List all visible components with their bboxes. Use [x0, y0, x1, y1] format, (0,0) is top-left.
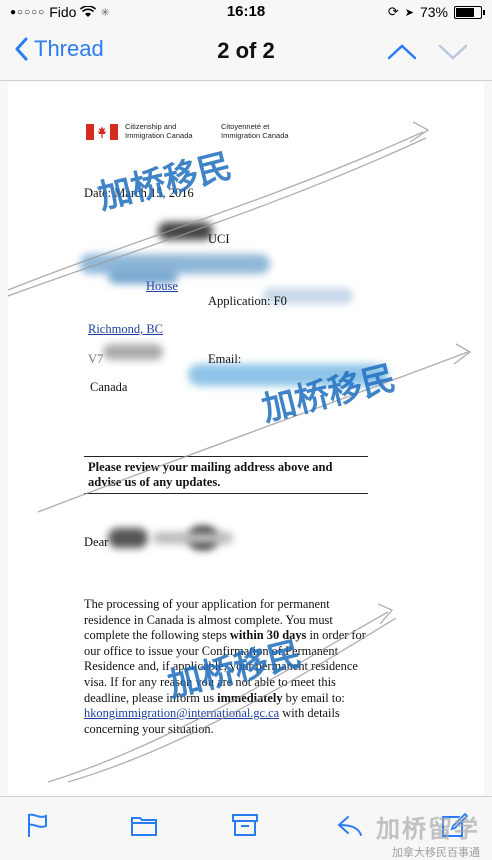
next-message-button[interactable] — [436, 38, 470, 66]
navigation-bar: Thread 2 of 2 — [0, 24, 492, 81]
application-number: Application: F0 — [208, 294, 287, 308]
location-icon: ➤ — [404, 6, 414, 19]
compose-button[interactable] — [440, 811, 469, 839]
watermark-stamp: 加桥移民 — [94, 146, 236, 218]
email-label: Email: — [208, 352, 242, 366]
attachment-document[interactable]: Citizenship and Immigration Canada Citoy… — [8, 82, 484, 794]
notice-line-1: Please review your mailing address above… — [88, 460, 333, 474]
org-name-french: Citoyenneté et Immigration Canada — [221, 122, 289, 140]
archive-icon — [232, 814, 258, 836]
chevron-down-icon — [438, 44, 468, 60]
redaction-mark — [103, 344, 163, 360]
org-fr-line-2: Immigration Canada — [221, 131, 289, 140]
address-country: Canada — [90, 380, 128, 394]
flag-button[interactable] — [24, 811, 52, 839]
previous-message-button[interactable] — [385, 38, 419, 66]
redaction-mark — [108, 528, 148, 548]
org-name-english: Citizenship and Immigration Canada — [125, 122, 193, 140]
archive-button[interactable] — [231, 811, 259, 839]
battery-icon — [454, 5, 485, 19]
org-fr-line-1: Citoyenneté et — [221, 122, 270, 131]
address-city: Richmond, BC — [88, 322, 164, 336]
compose-icon — [442, 812, 469, 837]
rotation-lock-icon: ⟳ — [387, 4, 399, 19]
address-line: House — [146, 279, 178, 293]
letter-page: Citizenship and Immigration Canada Citoy… — [8, 82, 484, 794]
flag-icon — [28, 813, 47, 837]
status-right: ⟳ ➤ 73% — [387, 4, 485, 20]
salutation: Dear — [84, 535, 109, 549]
folder-icon — [131, 817, 157, 836]
corner-watermark-caption: 加拿大移民百事通 — [392, 846, 480, 859]
notice-line-2: advise us of any updates. — [88, 475, 221, 489]
bottom-toolbar: 加桥留学 加拿大移民百事通 — [0, 796, 492, 859]
org-en-line-1: Citizenship and — [125, 122, 177, 131]
org-en-line-2: Immigration Canada — [125, 131, 193, 140]
body-text: by email to: — [282, 690, 345, 705]
reply-icon — [337, 816, 362, 836]
battery-percent: 73% — [419, 4, 448, 20]
redaction-mark — [158, 222, 213, 240]
status-bar: ●○○○○ Fido ✳ 16:18 ⟳ ➤ 73% — [0, 0, 492, 24]
postal-code: V7 — [88, 352, 104, 366]
contact-email-link[interactable]: hkongimmigration@international.gc.ca — [84, 706, 279, 720]
uci-label: UCI — [208, 232, 230, 246]
canada-flag-icon — [86, 124, 118, 140]
move-to-folder-button[interactable] — [130, 811, 158, 839]
redaction-mark — [153, 532, 233, 544]
battery-fill — [456, 7, 474, 17]
chevron-up-icon — [387, 44, 417, 60]
watermark-stamp: 加桥移民 — [258, 358, 400, 430]
reply-button[interactable] — [336, 811, 364, 839]
address-notice-box: Please review your mailing address above… — [84, 456, 368, 494]
